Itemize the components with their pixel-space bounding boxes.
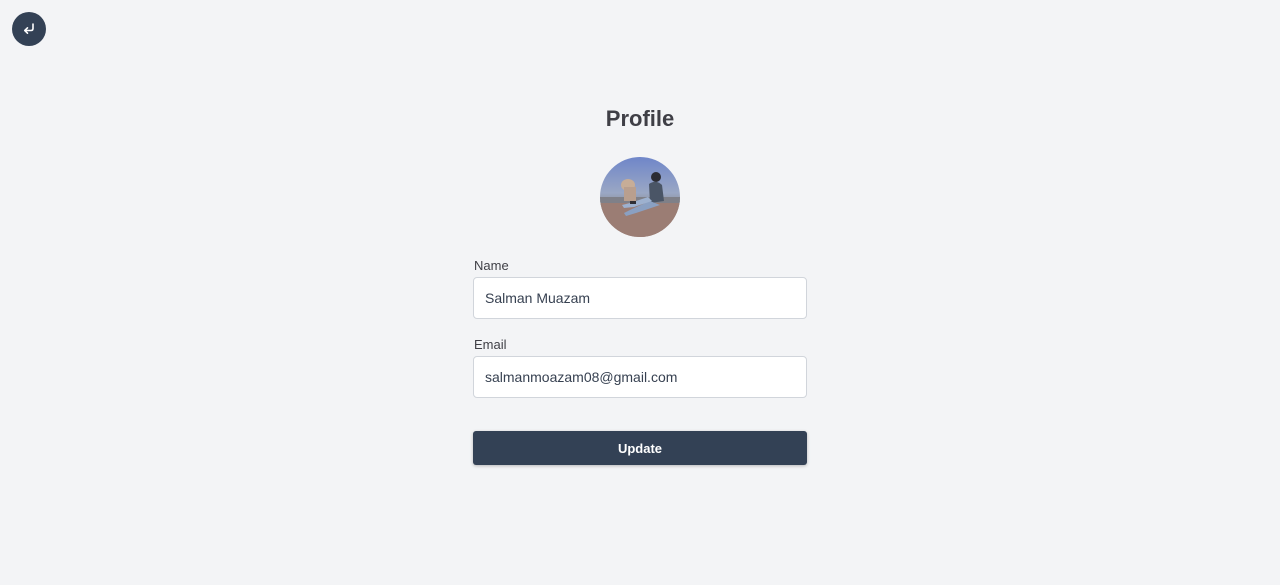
- name-label: Name: [474, 258, 509, 273]
- avatar[interactable]: [600, 157, 680, 237]
- name-field[interactable]: [473, 277, 807, 319]
- email-label: Email: [474, 337, 507, 352]
- email-field[interactable]: [473, 356, 807, 398]
- update-button[interactable]: Update: [473, 431, 807, 465]
- page-title: Profile: [605, 106, 675, 131]
- return-arrow-icon: [21, 21, 37, 37]
- back-button[interactable]: [12, 12, 46, 46]
